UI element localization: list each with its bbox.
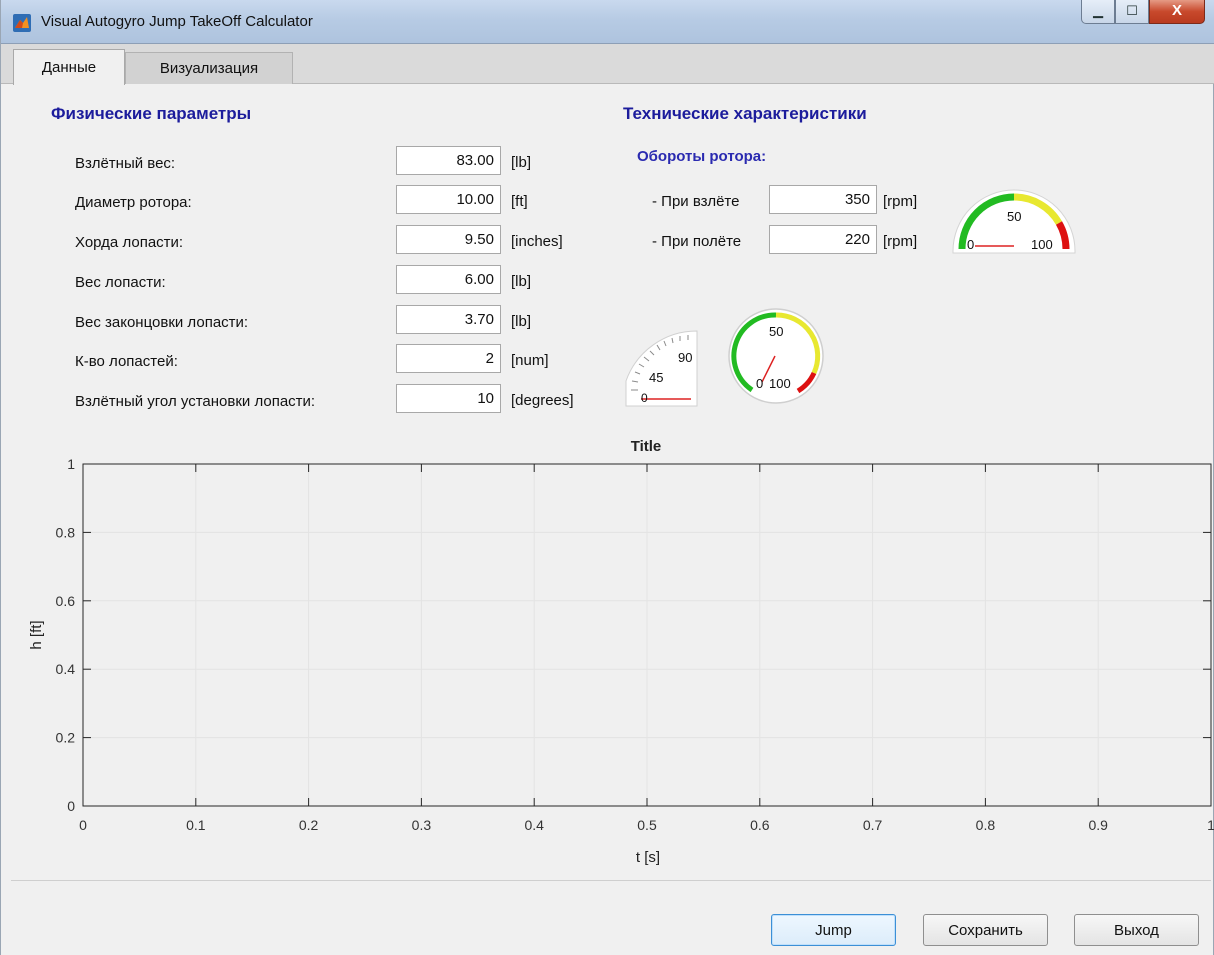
blade-chord-input[interactable]: 9.50 — [396, 225, 501, 254]
x-tick-label: 0.5 — [637, 817, 657, 833]
x-tick-label: 0.1 — [186, 817, 206, 833]
takeoff-rpm-unit: [rpm] — [883, 193, 918, 210]
flight-rpm-label: - При полёте — [652, 233, 742, 250]
circular-gauge: 50 0 100 — [728, 308, 824, 404]
x-tick-label: 1 — [1207, 817, 1214, 833]
blade-weight-input[interactable]: 6.00 — [396, 265, 501, 294]
blade-chord-label: Хорда лопасти: — [75, 234, 184, 251]
gauge-min-label: 0 — [967, 237, 974, 252]
x-tick-label: 0 — [79, 817, 87, 833]
maximize-button[interactable]: ☐ — [1115, 0, 1149, 24]
quarter-gauge: 90 45 0 — [625, 330, 698, 407]
app-window: Visual Autogyro Jump TakeOff Calculator … — [0, 0, 1214, 955]
x-tick-label: 0.9 — [1088, 817, 1108, 833]
y-tick-label: 0.2 — [56, 730, 76, 746]
y-axis-label: h [ft] — [28, 620, 45, 649]
x-tick-label: 0.4 — [524, 817, 544, 833]
maximize-icon: ☐ — [1126, 3, 1138, 18]
blade-weight-unit: [lb] — [511, 273, 532, 290]
quarter-gauge-mid-label: 45 — [649, 370, 663, 385]
takeoff-rpm-label: - При взлёте — [652, 193, 740, 210]
window-title: Visual Autogyro Jump TakeOff Calculator — [41, 13, 313, 30]
x-tick-label: 0.6 — [750, 817, 770, 833]
takeoff-weight-unit: [lb] — [511, 154, 532, 171]
gauge-max-label: 100 — [1031, 237, 1053, 252]
quarter-gauge-min-label: 0 — [641, 391, 648, 405]
tip-weight-label: Вес законцовки лопасти: — [75, 314, 249, 331]
flight-rpm-unit: [rpm] — [883, 233, 918, 250]
exit-button[interactable]: Выход — [1074, 914, 1199, 946]
circular-gauge-min-label: 0 — [756, 376, 763, 391]
blade-count-unit: [num] — [511, 352, 549, 369]
circular-gauge-mid-label: 50 — [769, 324, 783, 339]
minimize-button[interactable]: ▁ — [1081, 0, 1115, 24]
x-tick-label: 0.8 — [976, 817, 996, 833]
blade-pitch-label: Взлётный угол установки лопасти: — [75, 393, 316, 410]
tab-strip: Данные Визуализация — [1, 44, 1214, 85]
y-tick-label: 0.4 — [56, 661, 76, 677]
footer-divider — [11, 880, 1211, 881]
gauge-mid-label: 50 — [1007, 209, 1021, 224]
y-tick-label: 0.6 — [56, 593, 76, 609]
jump-button[interactable]: Jump — [771, 914, 896, 946]
y-tick-label: 0.8 — [56, 524, 76, 540]
window-controls: ▁ ☐ X — [1081, 0, 1205, 28]
save-button[interactable]: Сохранить — [923, 914, 1048, 946]
physical-params-heading: Физические параметры — [51, 104, 252, 123]
x-tick-label: 0.3 — [412, 817, 432, 833]
rotor-rpm-heading: Обороты ротора: — [637, 148, 767, 165]
blade-pitch-unit: [degrees] — [511, 392, 574, 409]
flight-rpm-input[interactable]: 220 — [769, 225, 877, 254]
plot-tick-labels: 0 0.1 0.2 0.3 0.4 0.5 0.6 0.7 0.8 0.9 1 0 0.2 0.4 0.6 0… — [56, 456, 1214, 833]
takeoff-weight-input[interactable]: 83.00 — [396, 146, 501, 175]
x-axis-label: t [s] — [636, 849, 660, 866]
plot-grid — [82, 463, 1212, 807]
plot-area[interactable]: 0 0.1 0.2 0.3 0.4 0.5 0.6 0.7 0.8 0.9 1 0 0.2 0.4 0.6 0… — [21, 450, 1214, 870]
takeoff-weight-label: Взлётный вес: — [75, 155, 176, 172]
tip-weight-input[interactable]: 3.70 — [396, 305, 501, 334]
minimize-icon: ▁ — [1093, 3, 1103, 18]
semicircular-gauge: 50 0 100 — [952, 189, 1076, 254]
circular-gauge-max-label: 100 — [769, 376, 791, 391]
matlab-app-icon — [13, 14, 31, 32]
blade-count-input[interactable]: 2 — [396, 344, 501, 373]
blade-pitch-input[interactable]: 10 — [396, 384, 501, 413]
blade-chord-unit: [inches] — [511, 233, 563, 250]
rotor-diameter-unit: [ft] — [511, 193, 528, 210]
y-tick-label: 1 — [67, 456, 75, 472]
blade-weight-label: Вес лопасти: — [75, 274, 166, 291]
tab-data[interactable]: Данные — [13, 49, 125, 85]
x-tick-label: 0.7 — [863, 817, 883, 833]
takeoff-rpm-input[interactable]: 350 — [769, 185, 877, 214]
rotor-diameter-input[interactable]: 10.00 — [396, 185, 501, 214]
x-tick-label: 0.2 — [299, 817, 319, 833]
title-bar[interactable]: Visual Autogyro Jump TakeOff Calculator … — [1, 0, 1214, 44]
technical-heading: Технические характеристики — [623, 104, 867, 123]
close-icon: X — [1171, 2, 1182, 19]
blade-count-label: К-во лопастей: — [75, 353, 178, 370]
rotor-diameter-label: Диаметр ротора: — [75, 194, 192, 211]
tip-weight-unit: [lb] — [511, 313, 532, 330]
tab-visualization[interactable]: Визуализация — [125, 52, 293, 84]
y-tick-label: 0 — [67, 798, 75, 814]
quarter-gauge-max-label: 90 — [678, 350, 692, 365]
close-button[interactable]: X — [1149, 0, 1205, 24]
